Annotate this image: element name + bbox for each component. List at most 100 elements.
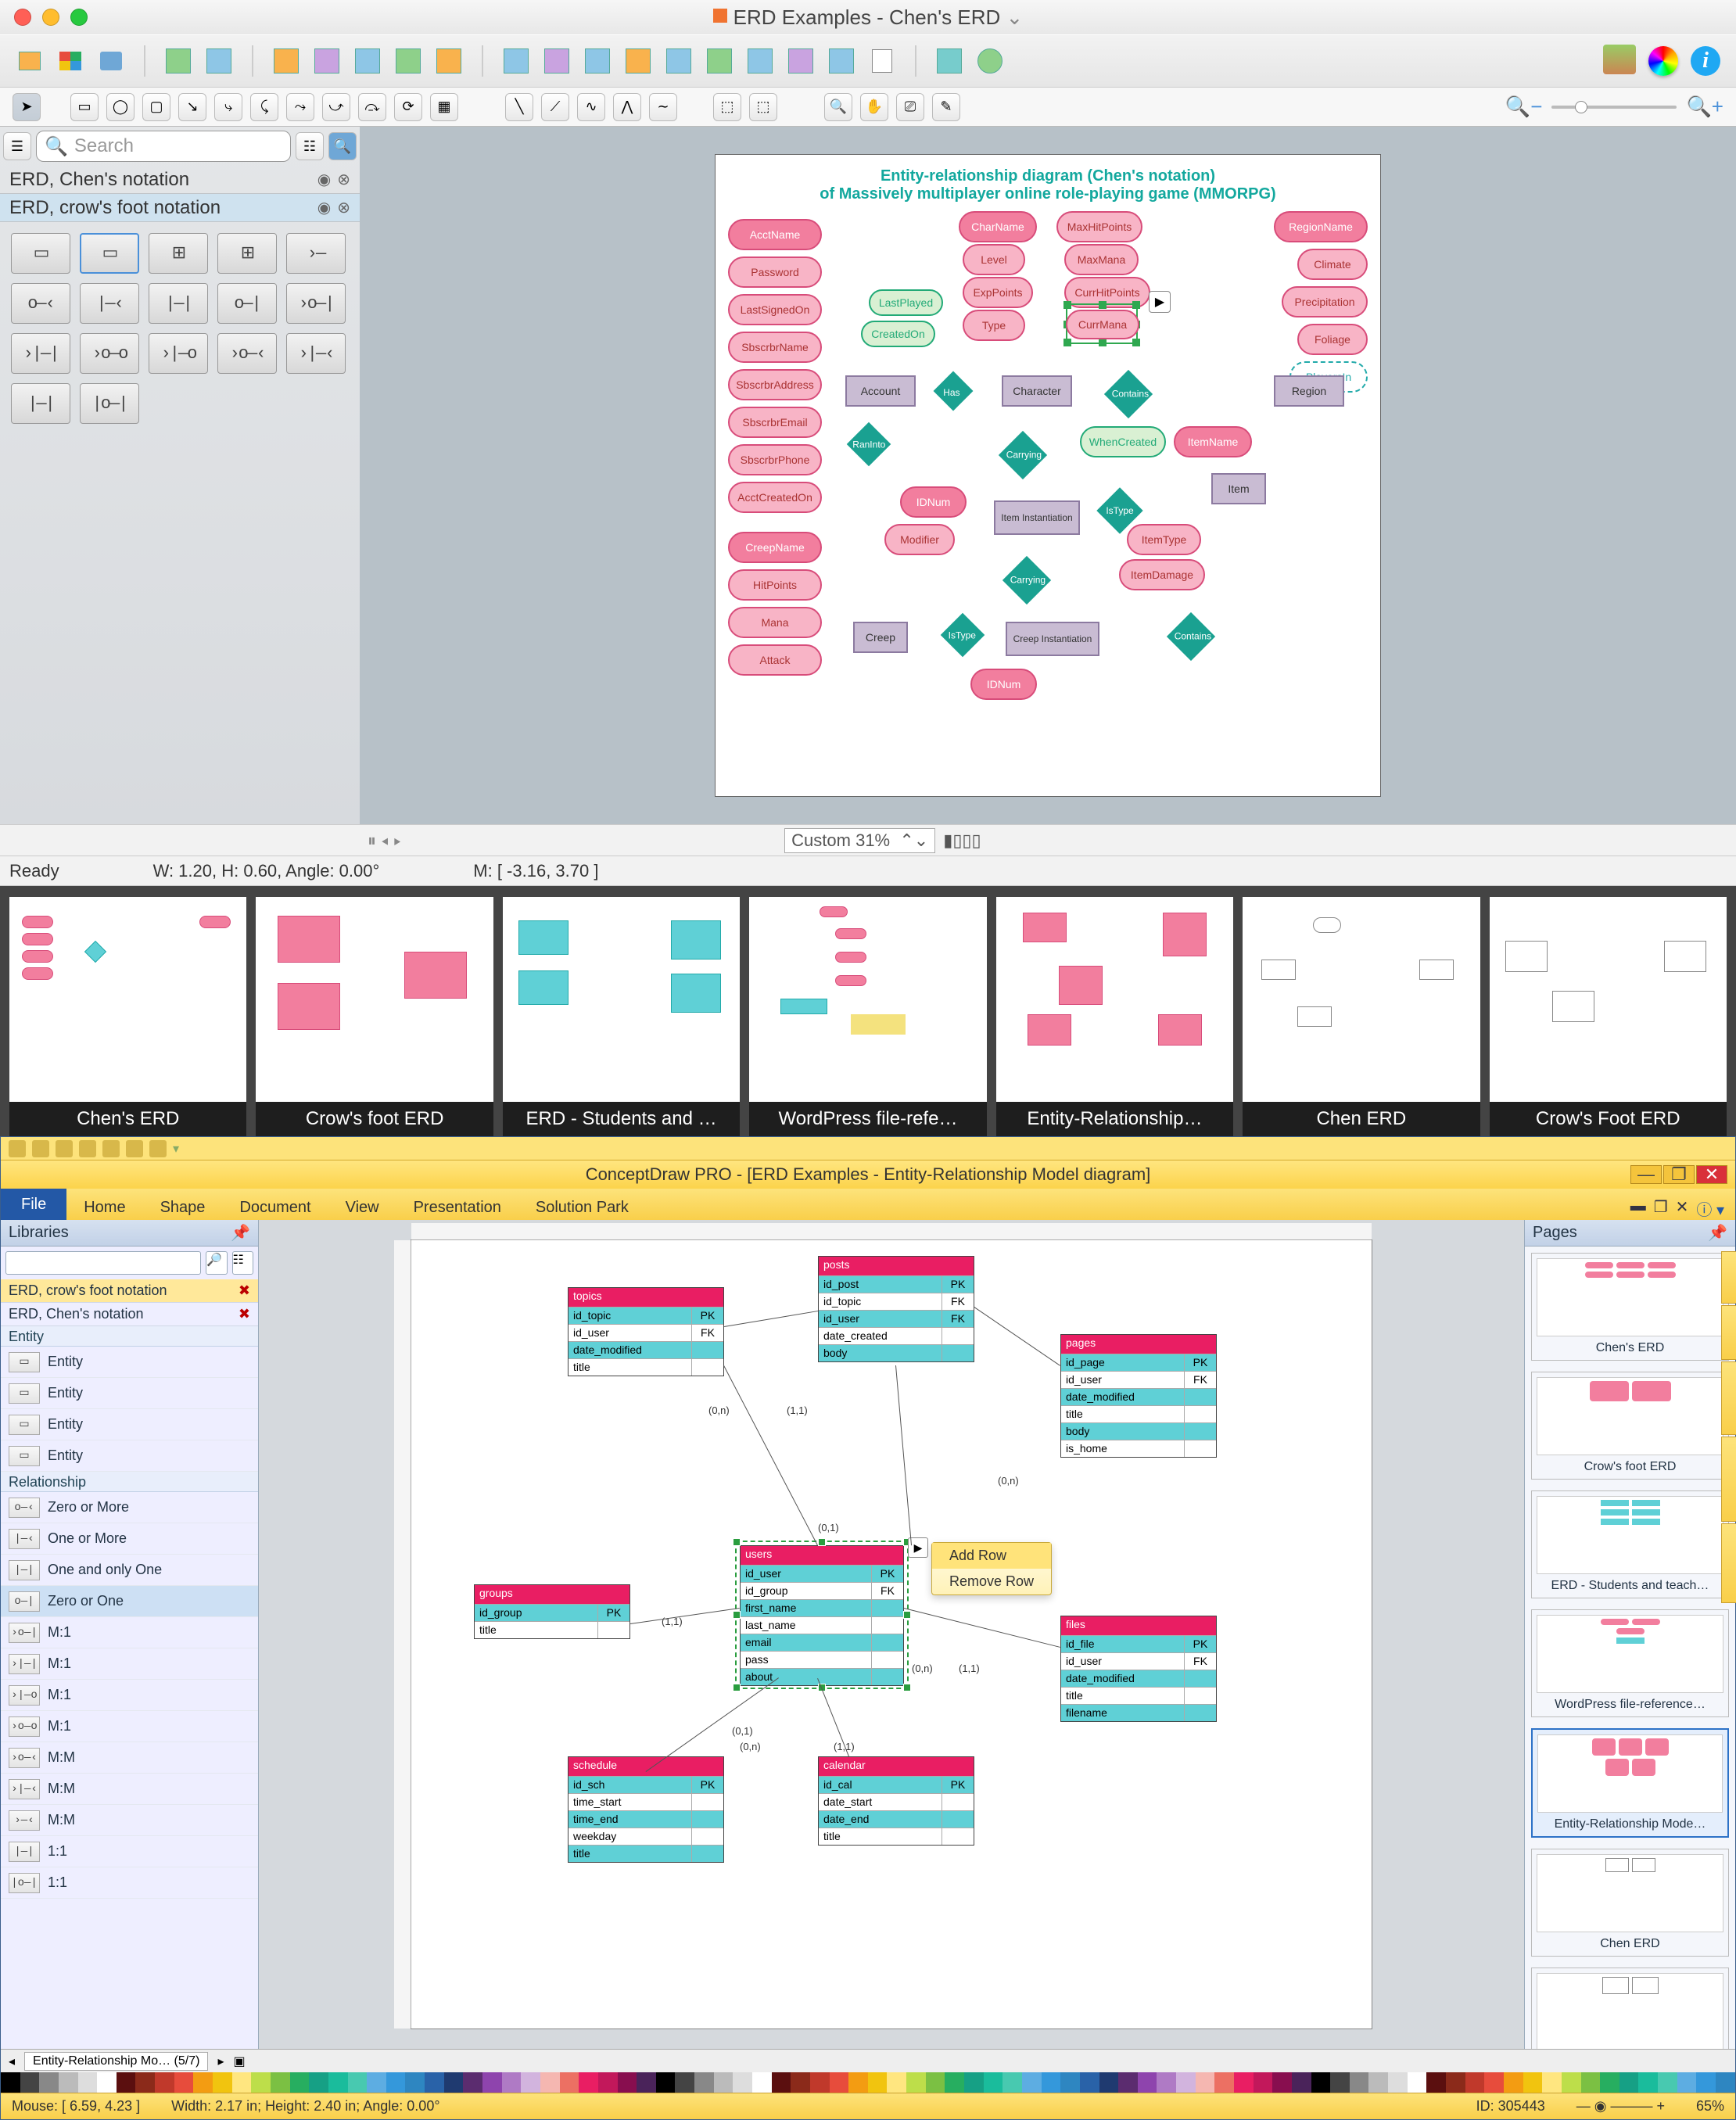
help-icon[interactable]: ⓘ ▾: [1696, 1197, 1724, 1220]
ribbon-tab-shape[interactable]: Shape: [143, 1195, 223, 1220]
shape-swatch[interactable]: ›o—|: [286, 283, 346, 324]
text-tool[interactable]: ▢: [142, 93, 170, 121]
layout-6-icon[interactable]: [704, 45, 735, 77]
color-swatch[interactable]: [213, 2072, 232, 2093]
color-swatch[interactable]: [1176, 2072, 1196, 2093]
close-lib-icon[interactable]: ⊗: [337, 170, 350, 189]
attribute-oval[interactable]: HitPoints: [728, 569, 822, 601]
color-swatch[interactable]: [78, 2072, 98, 2093]
color-swatch[interactable]: [117, 2072, 136, 2093]
color-swatch[interactable]: [1196, 2072, 1215, 2093]
page-thumbnail[interactable]: Crow's Foot ERD: [1531, 1968, 1729, 2049]
zoom-slider[interactable]: 🔍− 🔍+: [1505, 95, 1723, 119]
color-swatch[interactable]: [1272, 2072, 1292, 2093]
page-thumbnail[interactable]: Crow's foot ERD: [256, 897, 493, 1136]
library-relationship-item[interactable]: ›|—‹M:M: [1, 1774, 258, 1805]
menu-item-add-row[interactable]: Add Row: [932, 1543, 1051, 1569]
color-swatch[interactable]: [887, 2072, 906, 2093]
attribute-oval[interactable]: Attack: [728, 644, 822, 676]
export-icon[interactable]: [974, 45, 1006, 77]
layout-4-icon[interactable]: [622, 45, 654, 77]
page-thumbnail[interactable]: ERD - Students and teach…: [1531, 1490, 1729, 1598]
color-swatch[interactable]: [1716, 2072, 1735, 2093]
color-swatch[interactable]: [1214, 2072, 1234, 2093]
attribute-oval[interactable]: Type: [963, 310, 1025, 341]
attribute-oval[interactable]: AcctName: [728, 219, 822, 250]
color-swatch[interactable]: [309, 2072, 328, 2093]
color-swatch[interactable]: [1523, 2072, 1543, 2093]
color-swatch[interactable]: [405, 2072, 425, 2093]
color-swatch[interactable]: [155, 2072, 174, 2093]
conn-3-tool[interactable]: ⤹: [250, 93, 278, 121]
library-filter-icon[interactable]: 🔎: [206, 1251, 228, 1275]
library-search-input[interactable]: [5, 1251, 201, 1275]
ribbon-tab-solutionpark[interactable]: Solution Park: [518, 1195, 646, 1220]
color-swatch[interactable]: [1446, 2072, 1465, 2093]
color-swatch[interactable]: [560, 2072, 579, 2093]
page-thumbnail[interactable]: Chen's ERD: [9, 897, 246, 1136]
attribute-oval[interactable]: ItemType: [1127, 524, 1201, 555]
eyedrop-tool[interactable]: ✎: [932, 93, 960, 121]
qat-icon[interactable]: [79, 1140, 96, 1157]
marquee-tool[interactable]: ⬚: [713, 93, 741, 121]
color-swatch[interactable]: [791, 2072, 810, 2093]
arrange-4-icon[interactable]: [393, 45, 424, 77]
shape-swatch[interactable]: ›|—|: [11, 333, 70, 374]
shape-swatch[interactable]: ›o—o: [80, 333, 139, 374]
color-swatch[interactable]: [598, 2072, 618, 2093]
library-relationship-item[interactable]: ›—‹M:M: [1, 1805, 258, 1836]
color-swatch[interactable]: [251, 2072, 271, 2093]
color-swatch[interactable]: [1157, 2072, 1176, 2093]
close-lib-icon[interactable]: ✖: [239, 1306, 250, 1322]
color-swatch[interactable]: [637, 2072, 656, 2093]
color-swatch[interactable]: [1042, 2072, 1061, 2093]
ribbon-tab-file[interactable]: File: [1, 1189, 66, 1220]
conn-5-tool[interactable]: ⤻: [322, 93, 350, 121]
page-thumbnail[interactable]: Crow's foot ERD: [1531, 1372, 1729, 1480]
relationship-diamond[interactable]: RanInto: [847, 422, 891, 467]
attribute-oval[interactable]: Password: [728, 256, 822, 288]
color-swatch[interactable]: [271, 2072, 290, 2093]
color-swatch[interactable]: [906, 2072, 926, 2093]
attribute-oval[interactable]: Foliage: [1297, 324, 1368, 355]
color-swatch[interactable]: [848, 2072, 868, 2093]
color-swatch[interactable]: [135, 2072, 155, 2093]
color-swatch[interactable]: [772, 2072, 791, 2093]
color-swatch[interactable]: [59, 2072, 78, 2093]
attribute-oval[interactable]: ExpPoints: [963, 277, 1033, 308]
relationship-diamond[interactable]: Contains: [1104, 370, 1153, 418]
qat-icon[interactable]: [149, 1140, 167, 1157]
color-swatch[interactable]: [482, 2072, 502, 2093]
arrange-5-icon[interactable]: [433, 45, 464, 77]
color-swatch[interactable]: [1350, 2072, 1369, 2093]
color-swatch[interactable]: [1600, 2072, 1619, 2093]
shape-swatch[interactable]: o—‹: [11, 283, 70, 324]
color-swatch[interactable]: [1581, 2072, 1601, 2093]
attribute-oval[interactable]: Level: [963, 244, 1025, 275]
page-thumbnail[interactable]: Chen's ERD: [1531, 1253, 1729, 1361]
color-swatch[interactable]: [1118, 2072, 1138, 2093]
color-swatch[interactable]: [1080, 2072, 1099, 2093]
color-swatch[interactable]: [579, 2072, 598, 2093]
color-swatch[interactable]: [1022, 2072, 1042, 2093]
library-item-chen[interactable]: ERD, Chen's notation✖: [1, 1303, 258, 1326]
library-entity-item[interactable]: ▭Entity: [1, 1409, 258, 1440]
attribute-oval[interactable]: SbscrbrPhone: [728, 444, 822, 475]
color-swatch[interactable]: [502, 2072, 522, 2093]
attribute-oval[interactable]: MaxMana: [1064, 244, 1139, 275]
layout-7-icon[interactable]: [744, 45, 776, 77]
ellipse-tool[interactable]: ◯: [106, 93, 135, 121]
library-relationship-item[interactable]: ›o—‹M:M: [1, 1742, 258, 1774]
entity-box[interactable]: Creep Instantiation: [1006, 622, 1099, 656]
page-thumbnail[interactable]: Chen ERD: [1531, 1849, 1729, 1957]
qat-icon[interactable]: [9, 1140, 26, 1157]
menu-item-remove-row[interactable]: Remove Row: [932, 1569, 1051, 1594]
info-icon[interactable]: i: [1691, 46, 1720, 76]
qat-icon[interactable]: [56, 1140, 73, 1157]
panel-pin-icon[interactable]: 📌: [231, 1223, 250, 1243]
layout-3-icon[interactable]: [582, 45, 613, 77]
attribute-oval[interactable]: Precipitation: [1282, 286, 1368, 317]
add-page-icon[interactable]: ▣: [233, 2054, 245, 2069]
color-swatch[interactable]: [367, 2072, 386, 2093]
color-swatch[interactable]: [810, 2072, 830, 2093]
